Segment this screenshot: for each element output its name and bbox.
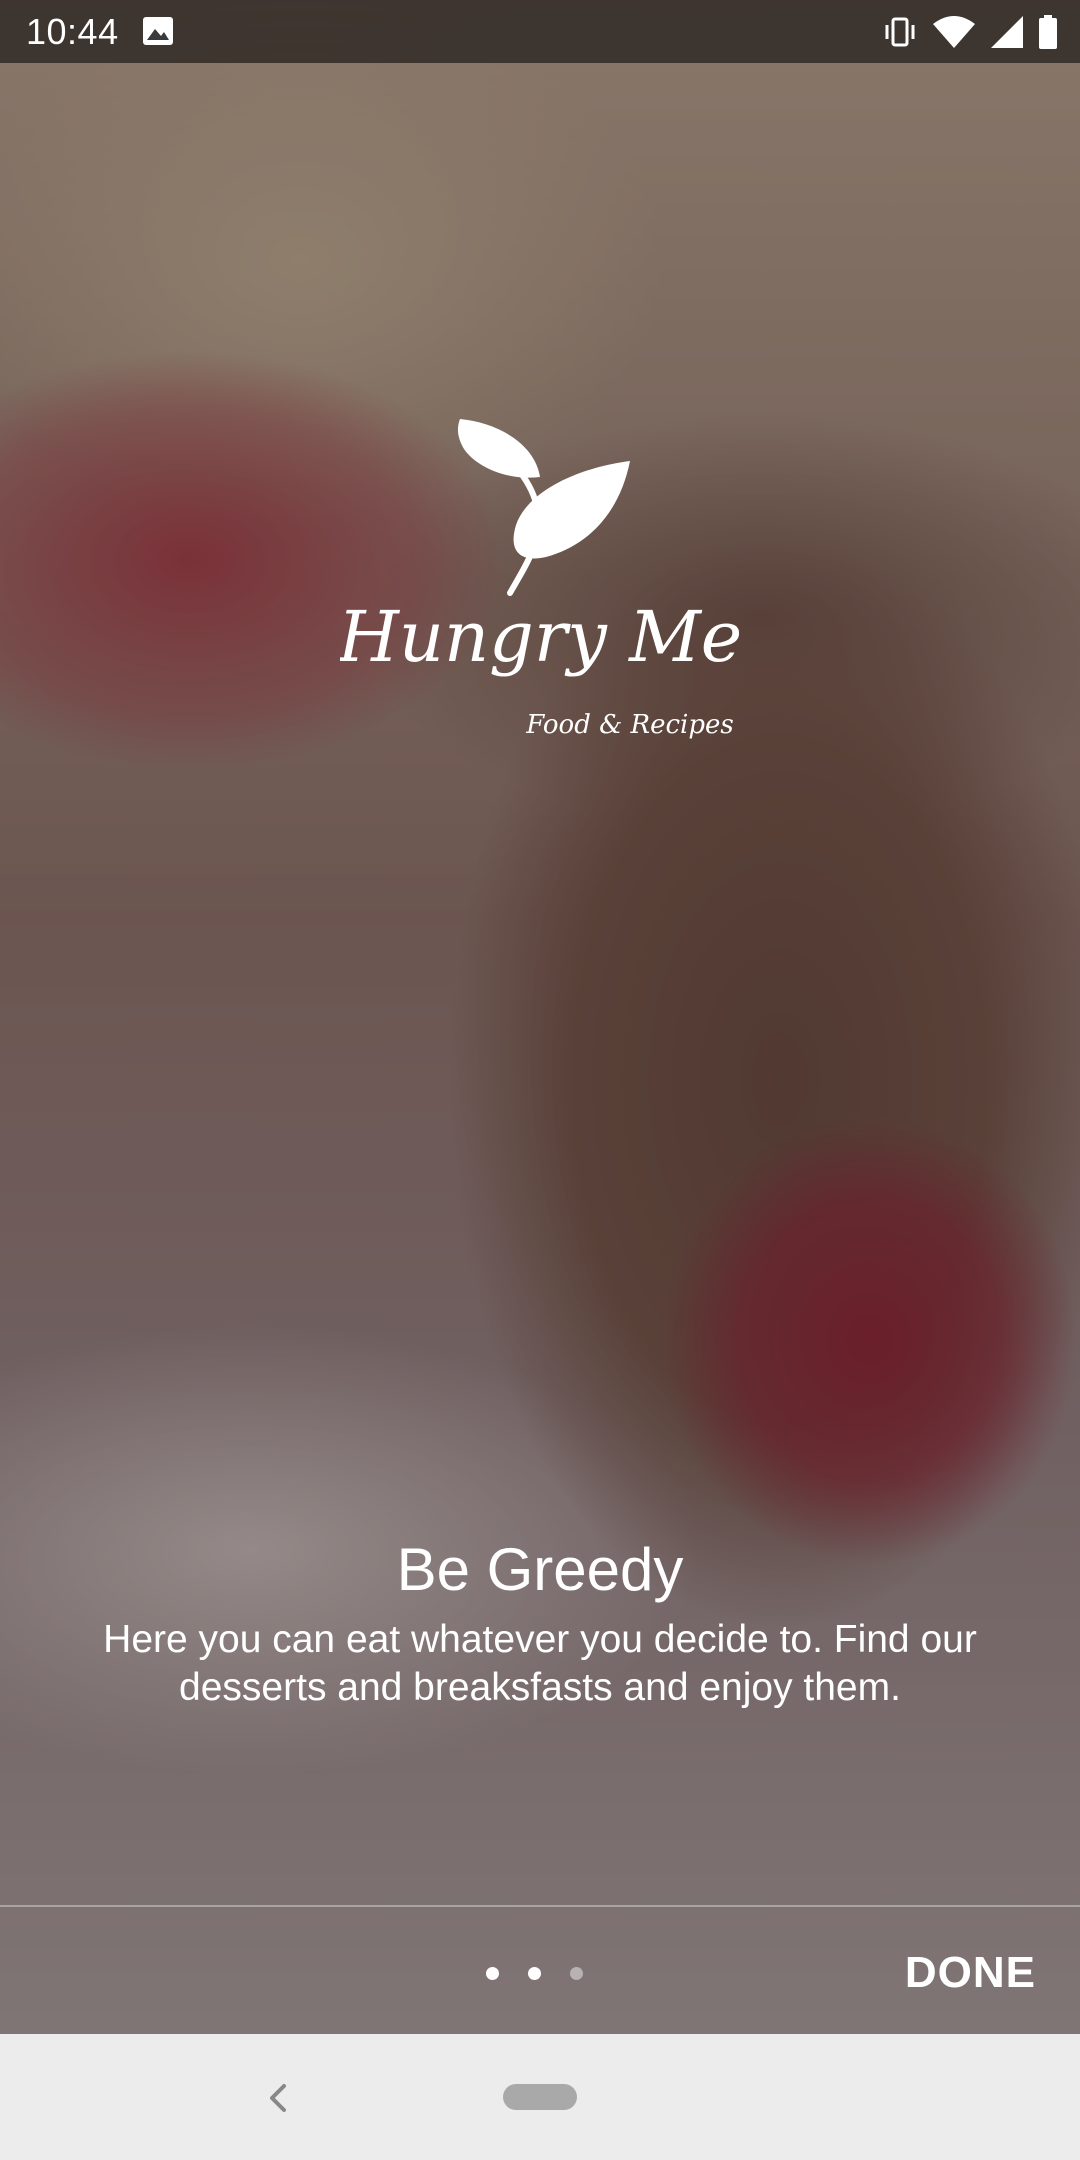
done-button[interactable]: DONE [905,1943,1036,2003]
hungry-me-logo: Hungry Me Food & Recipes [340,419,740,740]
slide-title: Be Greedy [396,1536,684,1603]
page-indicator [486,1967,583,1980]
page-dot-1[interactable] [486,1967,499,1980]
brand-name: Hungry Me [340,596,740,678]
page-dot-3[interactable] [570,1967,583,1980]
background-overlay [0,0,1080,2034]
battery-icon [1039,15,1057,49]
back-chevron-icon[interactable] [258,2078,298,2118]
photo-icon [143,17,173,45]
signal-icon [991,16,1023,48]
brand-tagline: Food & Recipes [525,710,733,740]
onboarding-controls: DONE [0,1907,1080,2034]
slide-description: Here you can eat whatever you decide to.… [103,1618,977,1709]
onboarding-screen: 10:44 Hungry Me Food & Recipes Be Greedy… [0,0,1080,2160]
leaf-icon [457,419,630,596]
page-dot-2[interactable] [528,1967,541,1980]
status-time: 10:44 [26,11,119,52]
system-nav-bar [0,2034,1080,2160]
wifi-icon [933,16,975,48]
vibrate-icon [885,17,915,47]
home-pill-button[interactable] [503,2084,577,2110]
status-bar: 10:44 [0,0,1080,63]
status-icons [882,12,1058,52]
